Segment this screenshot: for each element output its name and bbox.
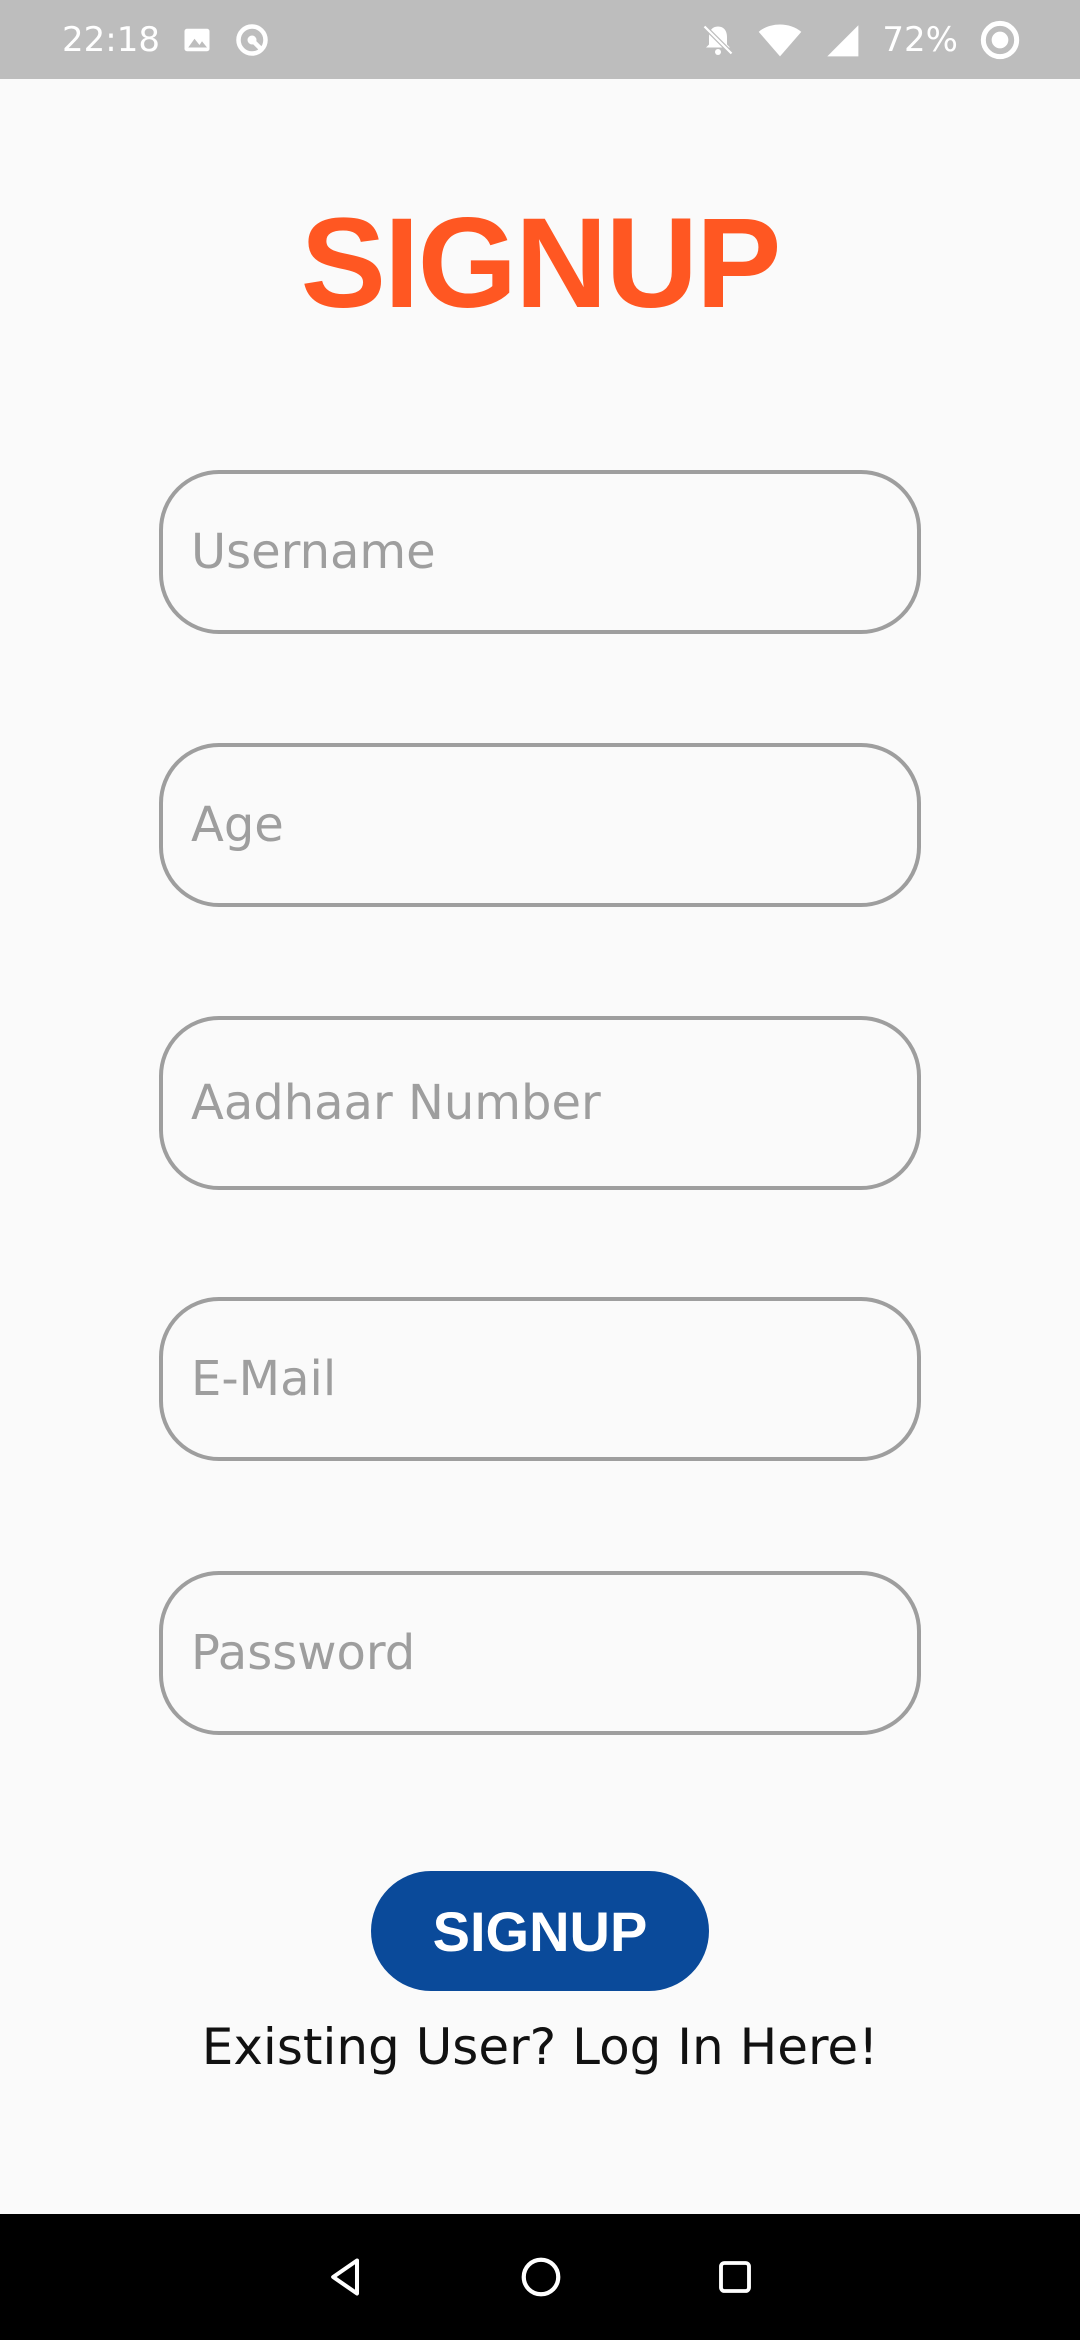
back-icon[interactable]: [324, 2255, 368, 2299]
notifications-off-icon: [700, 22, 736, 58]
status-time: 22:18: [62, 19, 160, 60]
email-input[interactable]: [191, 1301, 917, 1457]
username-input[interactable]: [191, 474, 917, 630]
page-title: SIGNUP: [300, 192, 782, 335]
password-field[interactable]: [159, 1571, 921, 1735]
battery-text: 72%: [882, 19, 958, 60]
aadhaar-input[interactable]: [191, 1020, 917, 1186]
status-bar: 22:18 72%: [0, 0, 1080, 79]
navigation-bar: [0, 2214, 1080, 2340]
age-input[interactable]: [191, 747, 917, 903]
login-link[interactable]: Existing User? Log In Here!: [0, 2018, 1080, 2076]
status-bar-right: 72%: [700, 20, 1020, 60]
sync-icon: [234, 22, 270, 58]
battery-saver-icon: [980, 20, 1020, 60]
home-icon[interactable]: [518, 2254, 564, 2300]
recents-icon[interactable]: [714, 2256, 756, 2298]
username-field[interactable]: [159, 470, 921, 634]
signup-button[interactable]: SIGNUP: [371, 1871, 709, 1991]
signal-icon: [824, 22, 860, 58]
image-icon: [182, 25, 212, 55]
status-bar-left: 22:18: [62, 20, 270, 60]
password-input[interactable]: [191, 1575, 917, 1731]
age-field[interactable]: [159, 743, 921, 907]
wifi-icon: [758, 22, 802, 58]
email-field[interactable]: [159, 1297, 921, 1461]
aadhaar-field[interactable]: [159, 1016, 921, 1190]
